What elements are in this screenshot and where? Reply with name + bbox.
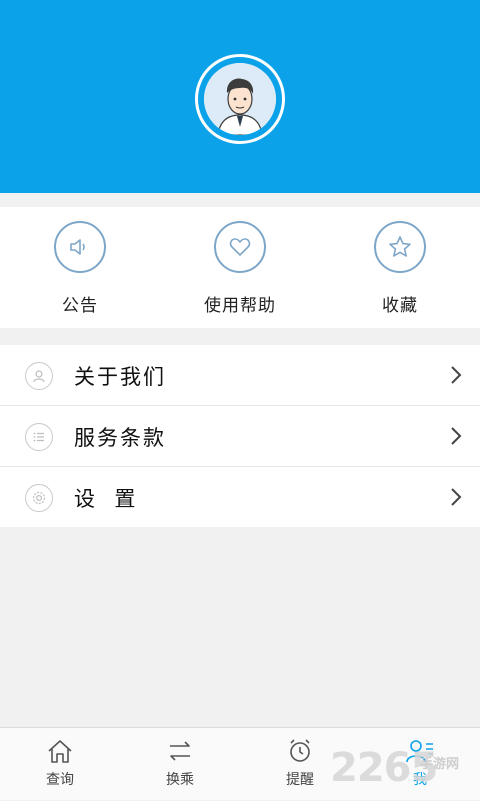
avatar-button[interactable] <box>195 54 285 144</box>
quick-actions: 公告 使用帮助 收藏 <box>0 207 480 328</box>
about-icon <box>25 362 53 390</box>
chevron-right-icon <box>451 427 462 445</box>
user-avatar-icon <box>204 63 276 135</box>
favorites-label: 收藏 <box>382 296 418 316</box>
profile-header <box>0 0 480 193</box>
alarm-icon <box>290 739 310 762</box>
heart-icon <box>214 221 266 273</box>
list-icon <box>25 423 53 451</box>
announcement-label: 公告 <box>62 296 98 316</box>
menu-item-terms[interactable]: 服务条款 <box>0 406 480 467</box>
menu-list: 关于我们 服务条款 设 置 <box>0 345 480 527</box>
menu-item-label: 设 置 <box>74 487 138 511</box>
announcement-button[interactable]: 公告 <box>0 221 160 321</box>
tab-label: 查询 <box>46 772 74 788</box>
watermark-site: 手游网 <box>420 757 460 772</box>
transfer-icon <box>170 741 190 761</box>
menu-item-settings[interactable]: 设 置 <box>0 467 480 527</box>
menu-item-about[interactable]: 关于我们 <box>0 345 480 406</box>
home-icon <box>48 740 72 763</box>
chevron-right-icon <box>451 488 462 506</box>
menu-item-label: 服务条款 <box>74 426 166 450</box>
watermark: 2265 手游网 <box>330 745 459 795</box>
avatar <box>204 63 276 135</box>
tab-query[interactable]: 查询 <box>0 728 120 801</box>
star-icon <box>374 221 426 273</box>
menu-item-label: 关于我们 <box>74 365 166 389</box>
help-label: 使用帮助 <box>204 296 276 316</box>
speaker-icon <box>54 221 106 273</box>
help-button[interactable]: 使用帮助 <box>160 221 320 321</box>
gear-icon <box>25 484 53 512</box>
tab-label: 换乘 <box>166 772 194 788</box>
tab-transfer[interactable]: 换乘 <box>120 728 240 801</box>
favorites-button[interactable]: 收藏 <box>320 221 480 321</box>
chevron-right-icon <box>451 366 462 384</box>
